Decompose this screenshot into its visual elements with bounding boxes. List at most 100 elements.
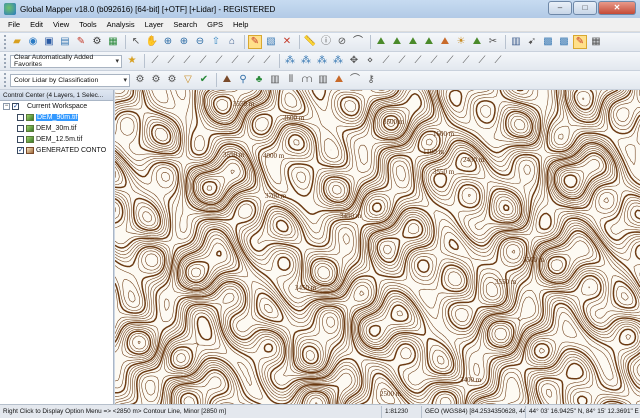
line-tool-icon[interactable]: ⟋ [427,54,441,68]
menu-file[interactable]: File [8,20,20,29]
view-shed-icon[interactable]: ⛰ [438,35,452,49]
menu-layer[interactable]: Layer [145,20,164,29]
line-tool-icon[interactable]: ⟋ [411,54,425,68]
line-tool-icon[interactable]: ⟋ [180,54,194,68]
layer-checkbox[interactable] [17,125,24,132]
line-tool-icon[interactable]: ⟋ [212,54,226,68]
lasso-icon[interactable]: ⌒ [348,73,362,87]
sun-icon[interactable]: ☀ [454,35,468,49]
terrain-icon[interactable]: ⛰ [220,73,234,87]
contour-line[interactable] [201,174,578,196]
zoom-in-icon[interactable]: ⊕ [177,35,191,49]
lidar-color-combo[interactable]: Color Lidar by Classification ▾ [10,73,130,87]
menu-gps[interactable]: GPS [207,20,223,29]
line-tool-icon[interactable]: ⟋ [475,54,489,68]
line-tool-icon[interactable]: ⟋ [196,54,210,68]
zoom-icon[interactable]: ⊕ [161,35,175,49]
info-icon[interactable]: ⓘ [319,35,333,49]
building-icon[interactable]: ▥ [268,73,282,87]
compass-icon[interactable]: ➹ [525,35,539,49]
lasso-icon[interactable]: ⌒ [351,35,365,49]
filter-icon[interactable]: ▽ [181,73,195,87]
edit-layer-icon[interactable]: ✎ [573,35,587,49]
point-tool-icon[interactable]: ⁂ [315,54,329,68]
line-tool-icon[interactable]: ⟋ [459,54,473,68]
line-tool-icon[interactable]: ⟋ [148,54,162,68]
image-icon[interactable]: ▩ [541,35,555,49]
tool-icon[interactable]: ✂ [486,35,500,49]
contour-line[interactable] [115,90,604,404]
delete-icon[interactable]: ✕ [280,35,294,49]
save-icon[interactable]: ▣ [42,35,56,49]
globe-icon[interactable]: ◉ [26,35,40,49]
point-tool-icon[interactable]: ⁂ [283,54,297,68]
bridge-icon[interactable]: ⩋ [300,73,314,87]
close-button[interactable]: ✕ [598,1,636,15]
config-icon[interactable]: ✎ [74,35,88,49]
gear-icon[interactable]: ⚙ [133,73,147,87]
workspace-row[interactable]: − ✓ Current Workspace [0,101,113,112]
favorites-combo[interactable]: Clear Automatically Added Favorites ▾ [10,54,122,68]
layer-row[interactable]: ✓ GENERATED CONTO [0,145,113,156]
pin-icon[interactable]: ⚲ [236,73,250,87]
zoom-out-icon[interactable]: ⊖ [193,35,207,49]
layer-checkbox[interactable] [17,114,24,121]
collapse-icon[interactable]: − [3,103,10,110]
home-icon[interactable]: ⌂ [225,35,239,49]
maximize-button[interactable]: □ [573,1,597,15]
building-icon[interactable]: ▥ [316,73,330,87]
layer-row[interactable]: DEM_30m.tif [0,123,113,134]
menu-search[interactable]: Search [173,20,197,29]
edit-feature-icon[interactable]: ▧ [264,35,278,49]
digitizer-pencil-icon[interactable]: ✎ [248,35,262,49]
toolbar-grip[interactable] [4,35,8,49]
menu-edit[interactable]: Edit [30,20,43,29]
line-tool-icon[interactable]: ⟋ [164,54,178,68]
line-tool-icon[interactable]: ⟋ [244,54,258,68]
profile-icon[interactable]: ⛰ [332,73,346,87]
line-tool-icon[interactable]: ⟋ [491,54,505,68]
layer-checkbox[interactable] [17,136,24,143]
up-arrow-icon[interactable]: ⇧ [209,35,223,49]
menu-help[interactable]: Help [233,20,248,29]
measure-icon[interactable]: 📏 [303,35,317,49]
layer-row[interactable]: DEM_90m.tif [0,112,113,123]
toolbar-grip[interactable] [4,54,8,68]
image-icon[interactable]: ▩ [557,35,571,49]
line-tool-icon[interactable]: ⟋ [443,54,457,68]
star-icon[interactable]: ★ [125,54,139,68]
path-profile-icon[interactable]: ⊘ [335,35,349,49]
select-arrow-icon[interactable]: ↖ [129,35,143,49]
menu-view[interactable]: View [53,20,69,29]
line-tool-icon[interactable]: ⟋ [228,54,242,68]
point-tool-icon[interactable]: ⁂ [299,54,313,68]
overlay-icon[interactable]: ▦ [106,35,120,49]
contour-line[interactable] [206,185,213,191]
toolbar-grip[interactable] [4,73,8,87]
key-icon[interactable]: ⚷ [364,73,378,87]
gear-icon[interactable]: ⚙ [149,73,163,87]
line-tool-icon[interactable]: ⟋ [260,54,274,68]
move-icon[interactable]: ✥ [347,54,361,68]
gear-icon[interactable]: ⚙ [165,73,179,87]
point-tool-icon[interactable]: ⁂ [331,54,345,68]
split-view-icon[interactable]: ▥ [509,35,523,49]
vertex-icon[interactable]: ⋄ [363,54,377,68]
contour-map[interactable]: 3550 m 3600 m 3500 m 1600 m 3550 m 4000 m 1100… [115,90,640,404]
check-icon[interactable]: ✔ [197,73,211,87]
terrain-icon[interactable]: ⛰ [422,35,436,49]
terrain-icon[interactable]: ⛰ [406,35,420,49]
line-tool-icon[interactable]: ⟋ [395,54,409,68]
grid-icon[interactable]: ▦ [589,35,603,49]
terrain-icon[interactable]: ⛰ [470,35,484,49]
minimize-button[interactable]: – [548,1,572,15]
menu-tools[interactable]: Tools [79,20,97,29]
tree-icon[interactable]: ♣ [252,73,266,87]
power-line-icon[interactable]: ⫴ [284,73,298,87]
line-tool-icon[interactable]: ⟋ [379,54,393,68]
map-view[interactable]: 3550 m 3600 m 3500 m 1600 m 3550 m 4000 m 1100… [115,90,640,404]
pan-hand-icon[interactable]: ✋ [145,35,159,49]
print-icon[interactable]: ▤ [58,35,72,49]
menu-analysis[interactable]: Analysis [107,20,135,29]
workspace-checkbox[interactable]: ✓ [12,103,19,110]
